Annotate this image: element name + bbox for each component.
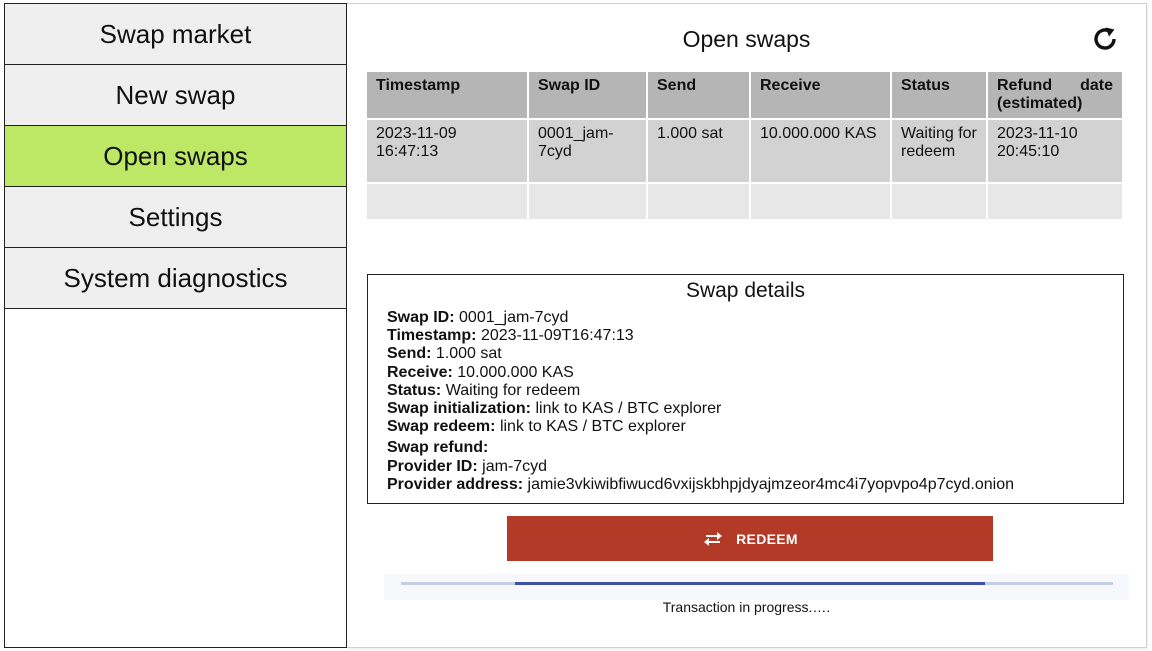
detail-send: Send: 1.000 sat (387, 345, 502, 363)
sidebar-item-label: Open swaps (103, 140, 248, 171)
cell-timestamp: 2023-11-09 16:47:13 (367, 118, 528, 183)
swap-details-panel: Swap details Swap ID: 0001_jam-7cyd Time… (367, 274, 1124, 504)
swap-arrows-icon (704, 531, 723, 546)
cell-receive: 10.000.000 KAS (749, 118, 891, 183)
swap-initialization-link[interactable]: link to KAS / BTC explorer (535, 400, 721, 417)
column-header-status[interactable]: Status (890, 70, 987, 119)
column-header-timestamp[interactable]: Timestamp (367, 70, 528, 119)
refresh-icon (1094, 27, 1116, 50)
sidebar-item-label: New swap (115, 79, 236, 110)
detail-swap-id: Swap ID: 0001_jam-7cyd (387, 309, 569, 326)
table-row[interactable]: 2023-11-09 16:47:13 0001_jam-7cyd 1.000 … (367, 118, 1122, 183)
detail-provider-id: Provider ID: jam-7cyd (387, 457, 548, 475)
detail-provider-address: Provider address: jamie3vkiwibfiwucd6vxi… (387, 475, 1014, 493)
open-swaps-table: Timestamp Swap ID Send Receive Status Re… (367, 70, 1122, 219)
detail-timestamp: Timestamp: 2023-11-09T16:47:13 (387, 327, 634, 345)
sidebar-item-new-swap[interactable]: New swap (5, 65, 346, 126)
column-header-refund-date[interactable]: Refund date (estimated) (986, 70, 1122, 119)
transaction-progress (384, 574, 1129, 600)
sidebar: Swap market New swap Open swaps Settings… (4, 3, 347, 648)
sidebar-item-settings[interactable]: Settings (5, 187, 346, 248)
detail-swap-initialization: Swap initialization: link to KAS / BTC e… (387, 400, 722, 418)
redeem-button-label: REDEEM (736, 530, 798, 547)
progress-track (401, 582, 1113, 585)
sidebar-item-label: System diagnostics (63, 262, 288, 293)
table-header-row: Timestamp Swap ID Send Receive Status Re… (367, 70, 1122, 119)
column-header-receive[interactable]: Receive (749, 70, 891, 119)
column-header-swap-id[interactable]: Swap ID (527, 70, 647, 119)
main-panel: Open swaps Timestamp Swap ID Send Receiv… (347, 3, 1147, 648)
sidebar-item-label: Swap market (99, 18, 252, 49)
cell-send: 1.000 sat (646, 118, 750, 183)
sidebar-item-open-swaps[interactable]: Open swaps (5, 126, 346, 187)
refund-header-word2: date (1080, 77, 1113, 94)
detail-swap-redeem: Swap redeem: link to KAS / BTC explorer (387, 418, 686, 436)
refund-header-line2: (estimated) (997, 95, 1083, 112)
cell-refund-date: 2023-11-10 20:45:10 (986, 118, 1122, 183)
detail-receive: Receive: 10.000.000 KAS (387, 363, 574, 381)
progress-status-text: Transaction in progress.…. (662, 599, 831, 615)
cell-status: Waiting for redeem (890, 118, 987, 183)
sidebar-item-swap-market[interactable]: Swap market (5, 4, 346, 65)
swap-details-title: Swap details (685, 279, 806, 302)
sidebar-item-label: Settings (128, 201, 223, 232)
sidebar-item-system-diagnostics[interactable]: System diagnostics (5, 248, 346, 309)
refund-header-word1: Refund (997, 77, 1053, 94)
page-title: Open swaps (682, 26, 811, 52)
refresh-button[interactable] (1090, 24, 1120, 54)
detail-status: Status: Waiting for redeem (387, 381, 581, 399)
redeem-button[interactable]: REDEEM (507, 516, 993, 561)
detail-swap-refund: Swap refund: (387, 439, 489, 457)
column-header-send[interactable]: Send (646, 70, 750, 119)
cell-swap-id: 0001_jam-7cyd (527, 118, 647, 183)
swap-redeem-link[interactable]: link to KAS / BTC explorer (500, 418, 686, 435)
table-row-empty (367, 182, 1122, 219)
progress-fill (514, 582, 985, 585)
